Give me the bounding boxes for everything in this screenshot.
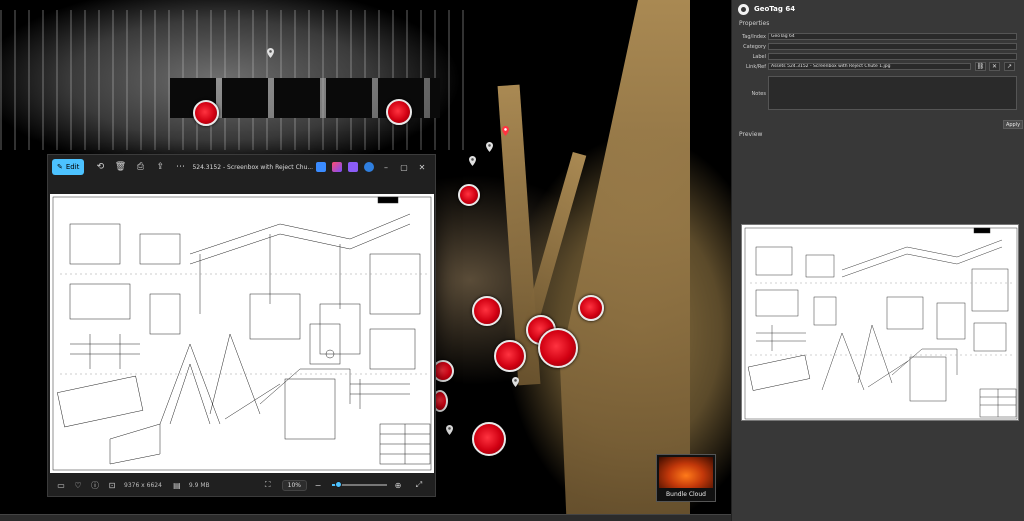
link-ref-label: Link/Ref: [745, 64, 766, 70]
dimensions-icon: ⊡: [108, 480, 116, 490]
preview-drawing-lines: [744, 227, 1018, 420]
open-link-icon[interactable]: ↗: [1004, 62, 1015, 71]
fit-screen-icon[interactable]: ⛶: [261, 480, 275, 490]
panel-header: GeoTag 64: [732, 0, 1024, 18]
zoom-slider-thumb[interactable]: [334, 481, 342, 488]
tag-index-label: Tag/Index: [742, 34, 766, 40]
crane-boom: [560, 0, 690, 521]
zoom-slider[interactable]: [332, 481, 387, 488]
viewer-statusbar: ▭ ♡ ⓘ ⊡ 9376 x 6624 ▤ 9.9 MB ⛶ 10% − ⊕ ⤢: [48, 474, 435, 496]
geotag-marker[interactable]: [193, 100, 219, 126]
location-pin-icon[interactable]: [512, 372, 519, 387]
edit-button[interactable]: ✎ Edit: [52, 159, 85, 175]
zoom-level-select[interactable]: 10%: [281, 479, 307, 491]
tag-index-field[interactable]: GeoTag 64: [768, 33, 1017, 40]
rotate-icon[interactable]: ⟲: [92, 159, 108, 175]
fullscreen-icon[interactable]: ⤢: [412, 480, 426, 490]
edit-button-label: Edit: [65, 163, 80, 171]
app-icon-blue[interactable]: [316, 162, 326, 172]
image-dimensions: 9376 x 6624: [124, 481, 162, 489]
onedrive-icon[interactable]: [364, 162, 374, 172]
zoom-out-icon[interactable]: −: [311, 481, 325, 490]
label-field[interactable]: [768, 53, 1017, 60]
edit-icon: ✎: [57, 163, 63, 171]
drawing-lines: [52, 196, 432, 471]
panel-title: GeoTag 64: [754, 5, 796, 13]
share-icon[interactable]: ⇪: [152, 159, 168, 175]
maximize-icon[interactable]: ▢: [395, 163, 413, 172]
zoom-in-icon[interactable]: ⊕: [391, 481, 405, 490]
filmstrip-icon[interactable]: ▭: [54, 481, 68, 490]
delete-icon[interactable]: 🗑: [112, 159, 128, 175]
geotag-icon: [738, 3, 749, 15]
location-pin-icon[interactable]: [486, 137, 493, 152]
geotag-marker[interactable]: [538, 328, 578, 368]
location-pin-icon[interactable]: [469, 151, 476, 166]
geotag-marker[interactable]: [472, 296, 502, 326]
apply-button[interactable]: Apply: [1003, 120, 1023, 129]
image-filesize: 9.9 MB: [188, 481, 210, 489]
minimize-icon[interactable]: –: [377, 163, 395, 172]
geotag-marker[interactable]: [458, 184, 480, 206]
zoom-controls: ⛶ 10% − ⊕ ⤢: [261, 479, 429, 491]
location-pin-icon[interactable]: [267, 43, 274, 58]
location-pin-icon[interactable]: [446, 420, 453, 435]
close-icon[interactable]: ✕: [413, 163, 431, 172]
geotag-marker[interactable]: [386, 99, 412, 125]
viewer-title: 524.3152 - Screenbox with Reject Chu...: [192, 163, 313, 171]
bundle-cloud-image: [659, 457, 713, 488]
label-label: Label: [752, 54, 767, 60]
viewport-bottom-bar: [0, 514, 731, 521]
link-ref-field[interactable]: Assets 524.3152 - Screenbox with Reject …: [768, 63, 971, 70]
category-field[interactable]: [768, 43, 1017, 50]
app-icon-purple[interactable]: [348, 162, 358, 172]
engineering-drawing-image[interactable]: [50, 194, 434, 473]
notes-label: Notes: [751, 91, 766, 97]
properties-section-label: Properties: [739, 20, 770, 27]
app-icon-multi[interactable]: [332, 162, 342, 172]
preview-section-label: Preview: [739, 131, 763, 138]
preview-image[interactable]: [741, 224, 1019, 421]
properties-form: Tag/Index GeoTag 64 Category Label Link/…: [732, 32, 1024, 122]
bundle-cloud-label: Bundle Cloud: [666, 491, 706, 498]
image-viewer-window[interactable]: ✎ Edit ⟲ 🗑 ⎙ ⇪ ⋯ 524.3152 - Screenbox wi…: [47, 154, 436, 497]
location-pin-icon[interactable]: [502, 121, 509, 136]
geotag-marker[interactable]: [472, 422, 506, 456]
info-icon[interactable]: ⓘ: [88, 480, 102, 491]
clear-link-icon[interactable]: ✕: [989, 62, 1000, 71]
bundle-cloud-thumbnail[interactable]: Bundle Cloud: [656, 454, 716, 502]
file-size-icon: ▤: [173, 480, 181, 490]
link-icon[interactable]: ⛓: [975, 62, 986, 71]
favorite-icon[interactable]: ♡: [71, 481, 85, 490]
geotag-marker[interactable]: [578, 295, 604, 321]
category-label: Category: [743, 44, 766, 50]
print-icon[interactable]: ⎙: [132, 159, 148, 175]
app-root: Bundle Cloud ✎ Edit ⟲ 🗑 ⎙ ⇪ ⋯ 524.3152 -…: [0, 0, 1024, 521]
geotag-properties-panel: GeoTag 64 Properties Tag/Index GeoTag 64…: [731, 0, 1024, 521]
notes-field[interactable]: [768, 76, 1017, 110]
more-icon[interactable]: ⋯: [172, 159, 188, 175]
viewer-toolbar: ✎ Edit ⟲ 🗑 ⎙ ⇪ ⋯ 524.3152 - Screenbox wi…: [48, 155, 435, 179]
geotag-marker[interactable]: [494, 340, 526, 372]
